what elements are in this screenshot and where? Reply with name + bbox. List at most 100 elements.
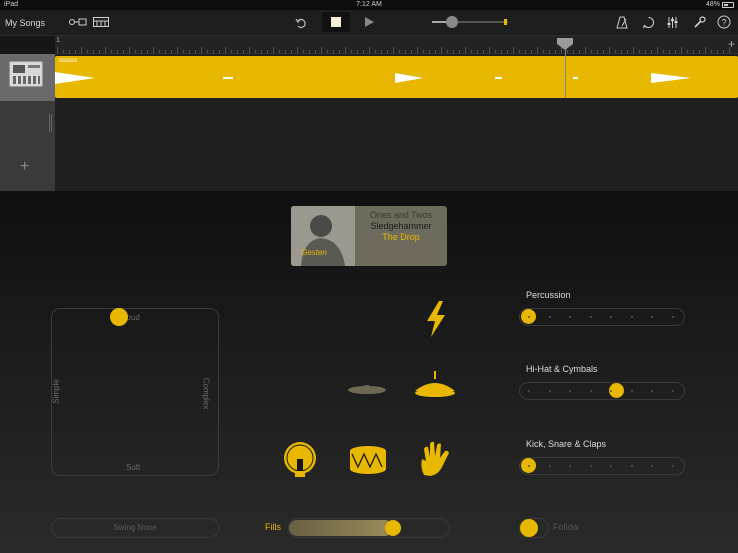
slider-step-dot (610, 316, 612, 318)
ruler-tick (213, 50, 214, 53)
slider-step-dot (589, 465, 592, 467)
add-section-icon[interactable]: + (728, 37, 735, 51)
ruler-tick (189, 50, 190, 53)
keyboard-icon[interactable] (91, 14, 111, 30)
fills-slider-knob[interactable] (385, 520, 401, 536)
ruler-tick (441, 47, 442, 53)
ruler-tick (261, 50, 262, 53)
settings-wrench-icon[interactable] (691, 14, 707, 30)
ruler-tick (465, 47, 466, 53)
ruler-tick (225, 47, 226, 53)
battery-percent: 48% (705, 1, 720, 8)
kick-snare-claps-slider[interactable] (519, 457, 685, 475)
ruler-tick (147, 50, 148, 53)
track-resize-handle[interactable] (49, 114, 52, 132)
drum-machine-icon (9, 61, 43, 87)
ruler-tick (141, 50, 142, 53)
ruler-tick (507, 50, 508, 53)
ruler-tick (651, 50, 652, 53)
drummer-region[interactable]: ssssss (55, 56, 738, 98)
ruler-tick (339, 50, 340, 53)
snare-drum-icon[interactable] (348, 444, 388, 476)
ruler-tick (495, 50, 496, 53)
ruler-tick (471, 50, 472, 53)
slider-step-dot (589, 316, 592, 318)
ruler-tick (573, 50, 574, 53)
mixer-icon[interactable] (664, 14, 680, 30)
ruler-tick (399, 50, 400, 53)
hi-hat-icon[interactable] (412, 370, 458, 400)
slider-step-dot (610, 390, 612, 392)
undo-icon[interactable] (292, 14, 310, 32)
slider-step-dot (528, 465, 530, 467)
battery-status: 48% (706, 1, 734, 8)
slider-step-dot (630, 316, 633, 318)
slider-step-dot (651, 465, 653, 467)
ruler-tick (711, 50, 712, 53)
percussion-lightning-icon[interactable] (418, 300, 454, 338)
slider-step-dot (651, 316, 653, 318)
ruler-tick (567, 50, 568, 53)
ruler-tick (549, 50, 550, 53)
metronome-icon[interactable] (614, 14, 630, 30)
hand-clap-icon[interactable] (416, 440, 454, 478)
ruler-tick (543, 50, 544, 53)
add-track-icon[interactable]: + (20, 158, 29, 176)
help-icon[interactable]: ? (716, 14, 732, 30)
follow-toggle-knob[interactable] (520, 519, 538, 537)
ruler-tick (687, 50, 688, 53)
ruler-tick (267, 50, 268, 53)
stop-icon[interactable] (322, 12, 350, 32)
ruler-tick (279, 50, 280, 53)
timeline-ruler[interactable]: 1 + (55, 36, 738, 54)
loop-browser-icon[interactable] (640, 14, 656, 30)
slider-step-dot (569, 465, 571, 467)
play-icon[interactable] (360, 13, 378, 31)
ruler-tick (459, 50, 460, 53)
ruler-tick (609, 47, 610, 53)
ruler-tick (489, 47, 490, 53)
ruler-tick (177, 47, 178, 53)
xy-pad[interactable]: Loud Soft Simple Complex (51, 308, 219, 476)
ruler-tick (63, 50, 64, 53)
ruler-tick (417, 47, 418, 53)
ruler-tick (447, 50, 448, 53)
slider-step-dot (630, 390, 633, 392)
kick-drum-icon[interactable] (282, 440, 318, 480)
slider-step-dot (528, 390, 530, 392)
cymbal-icon[interactable] (346, 378, 388, 398)
ruler-tick (453, 50, 454, 53)
ruler-tick (69, 50, 70, 53)
ruler-tick (165, 50, 166, 53)
ruler-tick (627, 50, 628, 53)
ruler-tick (357, 50, 358, 53)
ruler-tick (219, 50, 220, 53)
ruler-tick (117, 50, 118, 53)
ruler-tick (111, 50, 112, 53)
hi-hat-cymbals-slider[interactable] (519, 382, 685, 400)
volume-slider[interactable] (446, 16, 458, 28)
ruler-tick (201, 47, 202, 53)
ruler-tick (207, 50, 208, 53)
ruler-tick (291, 50, 292, 53)
ruler-tick (597, 50, 598, 53)
playhead-handle[interactable] (557, 38, 573, 50)
pad-puck[interactable] (110, 308, 128, 326)
ruler-tick (327, 50, 328, 53)
region-waveform (55, 72, 691, 84)
percussion-slider[interactable] (519, 308, 685, 326)
tracks-view-icon[interactable] (66, 14, 89, 30)
ruler-tick (123, 50, 124, 53)
ruler-tick (693, 50, 694, 53)
ruler-tick (87, 50, 88, 53)
drummer-track-header[interactable] (0, 54, 55, 101)
ruler-tick (633, 47, 634, 53)
swing-control[interactable]: Swing None (51, 518, 219, 538)
ruler-tick (669, 50, 670, 53)
slider-step-dot (569, 390, 571, 392)
my-songs-button[interactable]: My Songs (5, 18, 45, 28)
hi-hat-cymbals-label: Hi-Hat & Cymbals (526, 364, 598, 374)
slider-step-dot (548, 465, 551, 467)
drummer-card[interactable]: Gesten Ones and Twos Sledgehammer The Dr… (291, 206, 447, 266)
ruler-tick (171, 50, 172, 53)
